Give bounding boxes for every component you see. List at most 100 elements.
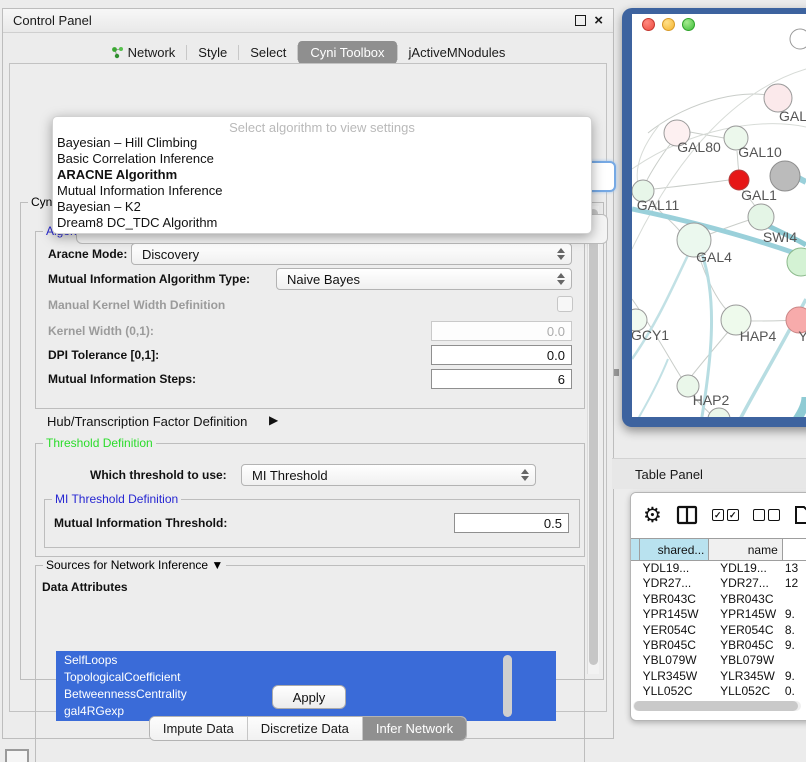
combo-stepper-icon (557, 248, 565, 260)
new-table-icon[interactable] (794, 505, 806, 525)
apply-button[interactable]: Apply (272, 685, 346, 709)
table-cell (631, 653, 640, 668)
table-cell: YBL079W (640, 653, 710, 668)
tab-select[interactable]: Select (239, 41, 297, 64)
network-canvas[interactable]: GALGAL80GAL10GAL11GAL1GAL4GCY1HAP4YHAP2S… (632, 14, 806, 417)
which-threshold-combo[interactable]: MI Threshold (241, 464, 536, 486)
column-header[interactable]: A (783, 539, 806, 560)
table-row[interactable]: YBR043CYBR043C (631, 592, 806, 607)
minimized-panel-icon[interactable] (5, 749, 29, 762)
node-label: GAL4 (696, 249, 732, 265)
mi-type-combo[interactable]: Naive Bayes (276, 268, 572, 290)
table-row[interactable]: YLL052CYLL052C0. (631, 684, 806, 699)
gear-icon[interactable]: ⚙ (643, 505, 662, 526)
network-node[interactable] (708, 408, 730, 417)
sources-group-title: Sources for Network Inference ▼ (43, 558, 226, 572)
table-row[interactable]: YLR345WYLR345W9. (631, 669, 806, 684)
network-node-gal1[interactable] (748, 204, 774, 230)
split-columns-icon[interactable] (676, 505, 698, 525)
threshold-definition-title: Threshold Definition (43, 436, 156, 450)
table-cell (631, 576, 640, 591)
table-cell (631, 623, 640, 638)
node-label: SWI4 (763, 229, 797, 245)
attribute-item[interactable]: SelfLoops (56, 651, 556, 668)
aracne-mode-combo[interactable]: Discovery (131, 243, 572, 265)
table-row[interactable]: YPR145WYPR145W9. (631, 607, 806, 622)
float-panel-icon[interactable] (575, 15, 586, 26)
dropdown-item[interactable]: ARACNE Algorithm (53, 167, 591, 183)
expand-right-icon[interactable]: ▶ (269, 413, 278, 427)
tab-impute-data[interactable]: Impute Data (150, 717, 248, 740)
node-label: HAP2 (693, 392, 730, 408)
control-panel-tab-bar: Network Style Select Cyni ToolboxjActiveMNo… (3, 39, 613, 65)
node-label: GAL10 (738, 144, 782, 160)
control-panel-title: Control Panel (13, 13, 92, 28)
dropdown-item[interactable]: Mutual Information Inference (53, 183, 591, 199)
table-cell (631, 592, 640, 607)
tab-infer-network[interactable]: Infer Network (363, 717, 466, 740)
column-header[interactable]: shared... (640, 539, 710, 560)
table-cell (631, 561, 640, 576)
table-row[interactable]: YBR045CYBR045C9. (631, 638, 806, 653)
kernel-width-field[interactable] (431, 321, 572, 341)
table-row[interactable]: YER054CYER054C8. (631, 623, 806, 638)
table-cell (631, 638, 640, 653)
manual-kernel-label: Manual Kernel Width Definition (48, 298, 225, 312)
tab-label: Style (198, 45, 227, 60)
dropdown-item[interactable]: Dream8 DC_TDC Algorithm (53, 215, 591, 231)
split-pane-grip[interactable] (614, 369, 619, 376)
table-cell: 9. (783, 607, 806, 622)
tab-cyni-toolbox[interactable]: Cyni Toolbox (298, 41, 396, 64)
desktop-stage: Control Panel × Network Style Select Cyni T… (0, 0, 806, 762)
table-row[interactable]: YDR27...YDR27...12 (631, 576, 806, 591)
tab-jactivemnodules[interactable]: jActiveMNodules (398, 41, 517, 64)
table-panel-title: Table Panel (612, 467, 703, 482)
mi-threshold-field[interactable] (454, 513, 569, 533)
select-all-columns-icon[interactable]: ✓✓ (712, 509, 739, 521)
segmented-control: Impute DataDiscretize DataInfer Network (149, 716, 467, 741)
manual-kernel-checkbox[interactable] (557, 296, 573, 312)
tab-discretize-data[interactable]: Discretize Data (248, 717, 363, 740)
tab-label: Select (250, 45, 286, 60)
unselect-all-columns-icon[interactable] (753, 509, 780, 521)
table-cell (783, 592, 806, 607)
dropdown-item[interactable]: Basic Correlation Inference (53, 151, 591, 167)
settings-vertical-scrollbar[interactable] (587, 206, 599, 674)
table-cell: YBL079W (709, 653, 783, 668)
dropdown-item[interactable]: Bayesian – Hill Climbing (53, 135, 591, 151)
network-node[interactable] (790, 29, 806, 49)
table-body: YDL19...YDL19...13YDR27...YDR27...12YBR0… (631, 561, 806, 699)
cyni-mode-tab-bar: Impute DataDiscretize DataInfer Network (10, 716, 606, 741)
table-cell: 9. (783, 669, 806, 684)
mi-steps-field[interactable] (431, 369, 572, 389)
table-horizontal-scrollbar[interactable] (633, 701, 801, 711)
network-edge (790, 397, 806, 417)
hub-definition-label[interactable]: Hub/Transcription Factor Definition (47, 414, 247, 429)
algorithm-dropdown-popup: Select algorithm to view settings Bayesi… (52, 116, 592, 234)
close-icon[interactable]: × (594, 13, 603, 28)
dropdown-item[interactable]: Bayesian – K2 (53, 199, 591, 215)
table-row[interactable]: YDL19...YDL19...13 (631, 561, 806, 576)
node-label: GAL80 (677, 139, 721, 155)
mi-type-label: Mutual Information Algorithm Type: (48, 272, 250, 286)
table-row[interactable]: YBL079WYBL079W (631, 653, 806, 668)
dpi-tolerance-field[interactable] (431, 345, 572, 365)
attribute-item[interactable]: TopologicalCoefficient (56, 668, 556, 685)
column-header[interactable]: name (709, 539, 782, 560)
node-label: Y (798, 328, 806, 344)
table-cell: 9. (783, 638, 806, 653)
tab-style[interactable]: Style (187, 41, 238, 64)
table-toolbar: ⚙ ✓✓ (631, 493, 806, 537)
collapse-down-icon[interactable]: ▼ (211, 558, 223, 572)
combo-stepper-icon (557, 273, 565, 285)
network-edge (632, 359, 668, 417)
table-cell: YLR345W (640, 669, 710, 684)
tab-network[interactable]: Network (100, 41, 187, 64)
table-cell (631, 669, 640, 684)
table-cell: YLR345W (709, 669, 783, 684)
table-cell: YDL19... (640, 561, 710, 576)
dpi-tolerance-label: DPI Tolerance [0,1]: (48, 348, 159, 362)
data-attributes-label: Data Attributes (42, 580, 128, 594)
table-cell (783, 653, 806, 668)
attr-list-scrollbar[interactable] (503, 655, 512, 717)
